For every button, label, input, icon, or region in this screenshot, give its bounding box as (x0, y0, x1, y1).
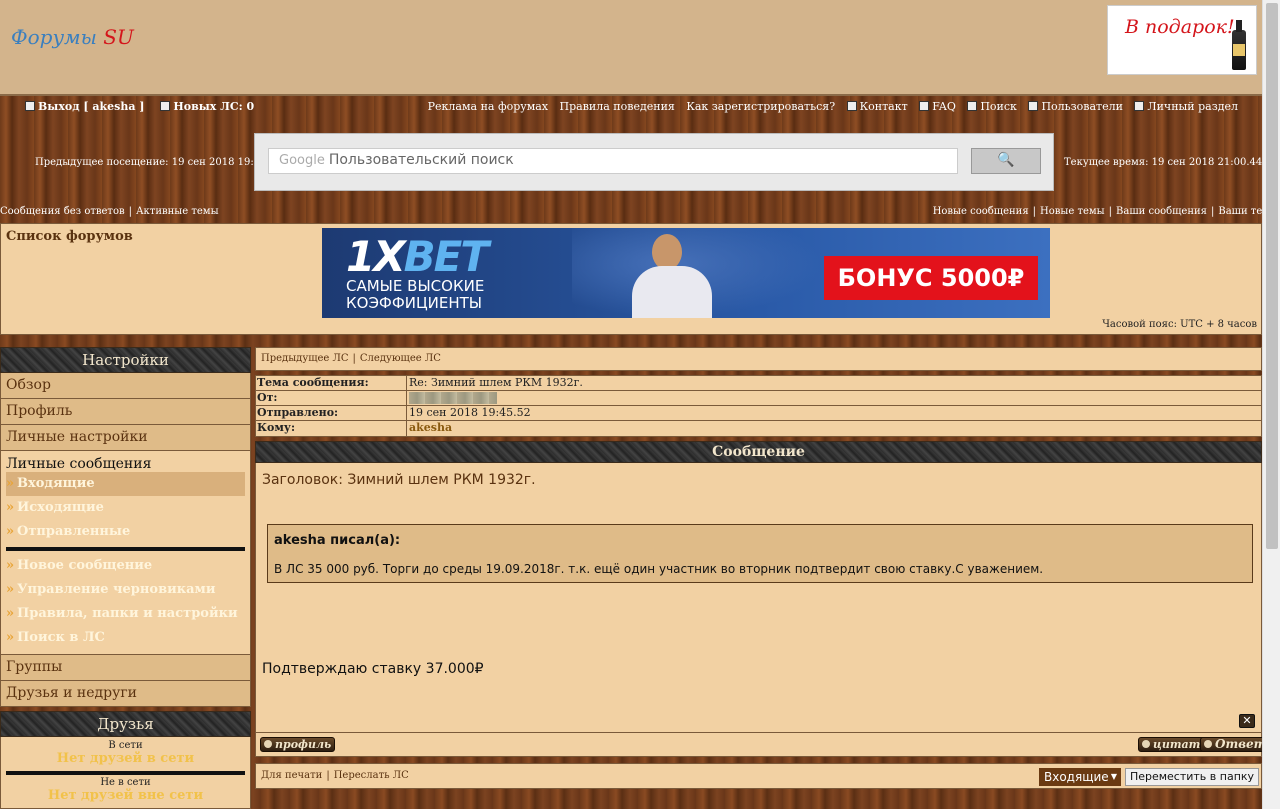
sidebar-item-personal-settings[interactable]: Личные настройки (0, 425, 251, 451)
new-topics-link[interactable]: Новые темы (1040, 206, 1105, 217)
pm-sent[interactable]: Отправленные (6, 520, 245, 544)
search-button[interactable]: 🔍 (971, 148, 1041, 174)
register-link[interactable]: Как зарегистрироваться? (686, 100, 835, 113)
quick-links-left: Сообщения без ответов | Активные темы (0, 206, 219, 217)
pm-navigation: Предыдущее ЛС | Следующее ЛС (255, 347, 1262, 371)
quick-links-right: Новые сообщения | Новые темы | Ваши сообщени… (932, 206, 1278, 217)
banner-bonus: БОНУС 5000₽ (824, 256, 1038, 300)
forward-link[interactable]: Переслать ЛС (334, 770, 409, 781)
timezone: Часовой пояс: UTC + 8 часов (1102, 319, 1257, 330)
message-text: Подтверждаю ставку 37.000₽ (262, 661, 484, 677)
sidebar-item-overview[interactable]: Обзор (0, 373, 251, 399)
pm-icon (160, 101, 171, 111)
no-online-friends: Нет друзей в сети (56, 751, 195, 766)
new-pm-link[interactable]: Новых ЛС: 0 (160, 100, 260, 113)
sidebar-item-groups[interactable]: Группы (0, 655, 251, 681)
logout-link[interactable]: Выход [ akesha ] (25, 100, 151, 113)
settings-header: Настройки (0, 347, 251, 373)
banner-slogan: САМЫЕ ВЫСОКИЕ КОЭФФИЦИЕНТЫ (346, 277, 485, 312)
pm-inbox[interactable]: Входящие (6, 472, 245, 496)
pm-menu: Личные сообщения Входящие Исходящие Отпр… (0, 451, 251, 655)
users-link[interactable]: Пользователи (1028, 100, 1123, 113)
forum-list-link[interactable]: Список форумов (6, 229, 133, 244)
site-header: Форумы SU В подарок! (0, 0, 1280, 96)
quote-block: akesha писал(а): В ЛС 35 000 руб. Торги … (267, 524, 1253, 583)
pm-compose[interactable]: Новое сообщение (6, 554, 245, 578)
personal-link[interactable]: Личный раздел (1134, 100, 1238, 113)
pm-meta: Тема сообщения: Re: Зимний шлем РКМ 1932г… (255, 375, 1262, 437)
sidebar-item-profile[interactable]: Профиль (0, 399, 251, 425)
pm-menu-title: Личные сообщения (6, 456, 152, 472)
bottle-icon (1232, 20, 1246, 70)
google-search: Google Пользовательский поиск 🔍 (254, 133, 1054, 191)
recipient-link[interactable]: akesha (409, 421, 452, 434)
ad-banner[interactable]: 1XBET САМЫЕ ВЫСОКИЕ КОЭФФИЦИЕНТЫ БОНУС 50… (322, 228, 1050, 318)
message-actions: профиль цитата Ответ (255, 733, 1271, 757)
player-image (572, 228, 822, 318)
online-label: В сети (108, 740, 143, 751)
pm-sent-date: 19 сен 2018 19:45.52 (409, 406, 531, 419)
friends-header: Друзья (0, 711, 251, 737)
pm-view: Предыдущее ЛС | Следующее ЛС Тема сообщени… (255, 347, 1271, 789)
gift-banner[interactable]: В подарок! (1107, 5, 1257, 75)
quote-author: akesha писал(а): (274, 533, 401, 548)
friends-list: В сети Нет друзей в сети Не в сети Нет д… (0, 737, 251, 809)
no-offline-friends: Нет друзей вне сети (47, 788, 204, 803)
prev-visit: Предыдущее посещение: 19 сен 2018 19:46.… (35, 157, 283, 168)
message-header: Сообщение (255, 441, 1262, 463)
quote-text: В ЛС 35 000 руб. Торги до среды 19.09.20… (274, 562, 1044, 576)
print-link[interactable]: Для печати (261, 770, 322, 781)
message-body: Заголовок: Зимний шлем РКМ 1932г. akesha… (255, 463, 1262, 733)
pm-drafts[interactable]: Управление черновиками (6, 578, 245, 602)
your-posts-link[interactable]: Ваши сообщения (1116, 206, 1207, 217)
unanswered-link[interactable]: Сообщения без ответов (0, 206, 125, 217)
offline-label: Не в сети (100, 777, 151, 788)
current-time: Текущее время: 19 сен 2018 21:00.44 (1064, 157, 1263, 168)
search-link[interactable]: Поиск (967, 100, 1017, 113)
scrollbar-thumb[interactable] (1266, 3, 1278, 549)
search-icon (967, 101, 978, 111)
user-nav: Выход [ akesha ] Новых ЛС: 0 (25, 100, 266, 113)
banner-brand: 1XBET (346, 232, 489, 281)
message-subject: Заголовок: Зимний шлем РКМ 1932г. (262, 472, 536, 488)
faq-icon (919, 101, 930, 111)
ads-link[interactable]: Реклама на форумах (428, 100, 548, 113)
move-button[interactable]: Переместить в папку (1125, 768, 1259, 786)
pm-options[interactable]: Правила, папки и настройки (6, 602, 245, 626)
profile-button[interactable]: профиль (260, 737, 336, 752)
divider (6, 547, 245, 551)
site-logo[interactable]: Форумы SU (11, 25, 134, 49)
faq-link[interactable]: FAQ (919, 100, 956, 113)
pm-outbox[interactable]: Исходящие (6, 496, 245, 520)
prev-pm-link[interactable]: Предыдущее ЛС (261, 353, 349, 364)
contact-link[interactable]: Контакт (846, 100, 908, 113)
scrollbar[interactable] (1262, 0, 1280, 809)
next-pm-link[interactable]: Следующее ЛС (360, 353, 441, 364)
logout-icon (25, 101, 35, 111)
top-navigation: Выход [ akesha ] Новых ЛС: 0 Реклама на … (0, 96, 1280, 223)
folder-select[interactable]: Входящие (1039, 768, 1121, 786)
main-nav: Реклама на форумах Правила поведения Как… (420, 100, 1238, 113)
sender-redacted[interactable] (409, 392, 497, 404)
active-topics-link[interactable]: Активные темы (136, 206, 219, 217)
delete-icon[interactable]: ✕ (1239, 714, 1255, 728)
personal-icon (1134, 101, 1145, 111)
search-input[interactable]: Google Пользовательский поиск (268, 148, 958, 174)
rules-link[interactable]: Правила поведения (560, 100, 675, 113)
new-posts-link[interactable]: Новые сообщения (933, 206, 1029, 217)
pm-footer: Для печати|Переслать ЛС Входящие Перемес… (255, 763, 1262, 789)
users-icon (1028, 101, 1039, 111)
pm-search[interactable]: Поиск в ЛС (6, 626, 245, 650)
reply-button[interactable]: Ответ (1200, 737, 1271, 752)
sidebar: Настройки Обзор Профиль Личные настройки… (0, 347, 251, 809)
contact-icon (846, 101, 857, 111)
pm-subject: Re: Зимний шлем РКМ 1932г. (409, 376, 583, 389)
sidebar-item-friends-foes[interactable]: Друзья и недруги (0, 681, 251, 707)
